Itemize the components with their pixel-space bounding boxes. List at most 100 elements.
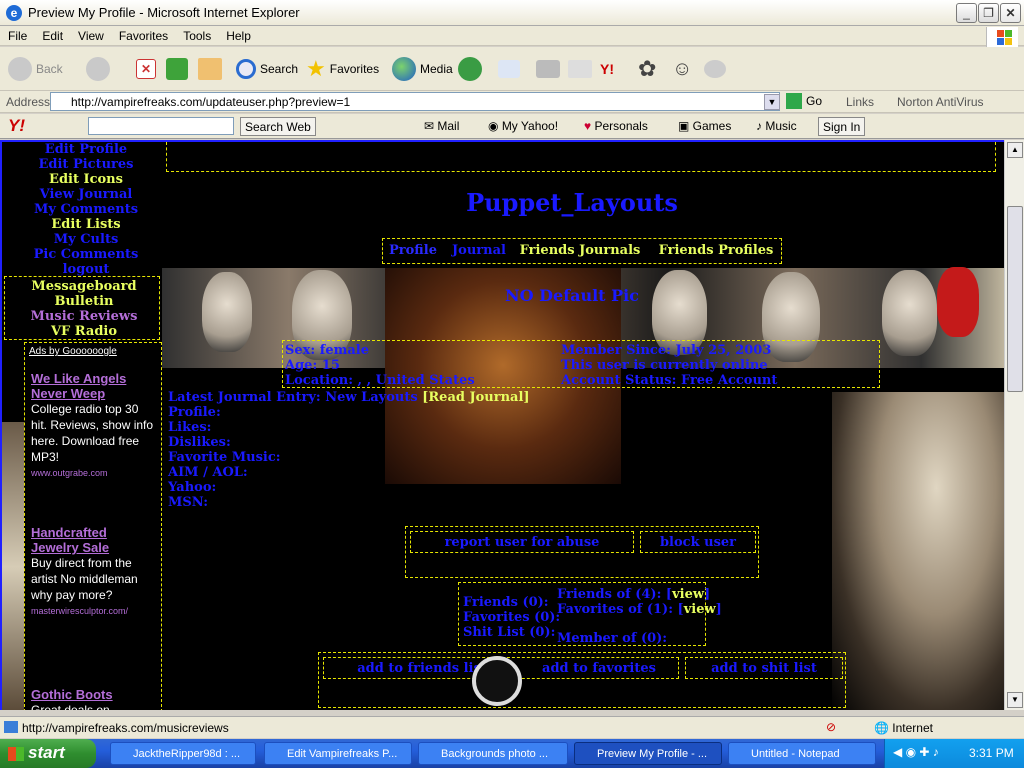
tab-profile[interactable]: Profile [385,243,441,258]
sidebar-item-my-cults[interactable]: My Cults [16,232,156,247]
maximize-button[interactable]: ❐ [978,3,999,23]
ad-title-link[interactable]: We Like Angels Never Weep [31,371,126,401]
edit-button[interactable] [568,55,596,83]
friends-count: Friends (0): [463,595,549,610]
sidebar-item-edit-lists[interactable]: Edit Lists [16,217,156,232]
sidebar-item-logout[interactable]: logout [16,262,156,277]
yahoo-games[interactable]: ▣ Games [678,119,731,133]
globe-icon: 🌐 [874,721,893,735]
person-icon: ☺ [672,57,693,80]
yahoo-music[interactable]: ♪ Music [756,119,797,133]
add-to-shit-list-button[interactable]: add to shit list [689,661,839,676]
my-yahoo[interactable]: ◉ My Yahoo! [488,119,558,133]
yahoo-search-input[interactable] [88,117,234,135]
print-button[interactable] [536,55,564,83]
taskbar-item-jacktheripper[interactable]: JacktheRipper98d : ... [110,742,256,765]
toolbar: Back ✕ Search ★ Favorites Media Y! ✿ ☺ [0,47,1024,91]
tab-friends-profiles[interactable]: Friends Profiles [653,243,779,258]
menu-tools[interactable]: Tools [175,26,218,43]
vertical-scrollbar[interactable]: ▲ ▼ [1004,140,1024,710]
messenger-button[interactable]: ☺ [672,55,692,83]
location-field: Location: , , United States [285,373,475,388]
mail-icon [498,60,520,78]
refresh-button[interactable] [166,55,192,83]
media-button[interactable]: Media [392,55,453,83]
ad-url[interactable]: www.outgrabe.com [31,468,108,478]
stop-button[interactable]: ✕ [136,55,160,83]
account-status: Account Status: Free Account [561,373,778,388]
clock: 3:31 PM [969,746,1014,760]
ad-title-link[interactable]: Handcrafted Jewelry Sale [31,525,109,555]
ad-body: Great deals on [31,703,110,710]
address-dropdown-icon[interactable]: ▼ [764,94,780,110]
taskbar-item-preview-profile[interactable]: Preview My Profile - ... [574,742,722,765]
minimize-button[interactable]: _ [956,3,977,23]
scroll-thumb[interactable] [1007,206,1023,392]
go-button[interactable]: Go [786,93,822,109]
ad-url[interactable]: masterwiresculptor.com/ [31,606,128,616]
address-label: Address [6,95,51,109]
menu-view[interactable]: View [70,26,111,43]
ads-header[interactable]: Ads by Goooooogle [29,346,117,357]
read-journal-link[interactable]: [Read Journal] [422,390,529,405]
status-url: http://vampirefreaks.com/musicreviews [22,721,229,735]
add-to-favorites-button[interactable]: add to favorites [519,661,679,676]
header-frame [166,142,996,172]
favorites-count: Favorites (0): [463,610,561,625]
address-input[interactable]: http://vampirefreaks.com/updateuser.php?… [50,92,780,111]
report-user-button[interactable]: report user for abuse [412,535,632,550]
online-status: This user is currently online [561,358,768,373]
favorites-button[interactable]: ★ Favorites [306,55,379,83]
yahoo-sign-in-button[interactable]: Sign In [818,117,866,136]
yahoo-mail[interactable]: ✉ Mail [424,119,459,133]
view-friends-of-link[interactable]: view [672,587,704,602]
back-button[interactable]: Back [8,55,63,83]
sidebar-menu-2: Messageboard Bulletin Music Reviews VF R… [4,276,160,340]
start-flag-icon [8,747,24,761]
sidebar-item-pic-comments[interactable]: Pic Comments [16,247,156,262]
sidebar-item-music-reviews[interactable]: Music Reviews [19,309,149,324]
menu-edit[interactable]: Edit [34,26,70,43]
taskbar-item-backgrounds[interactable]: Backgrounds photo ... [418,742,568,765]
tray-icons[interactable]: ◀ ◉ ✚ ♪ [893,745,939,759]
yahoo-logo[interactable]: Y! [8,116,25,136]
history-button[interactable] [458,55,486,83]
search-button[interactable]: Search [236,55,298,83]
forward-button[interactable] [86,55,114,83]
taskbar-item-notepad[interactable]: Untitled - Notepad [728,742,876,765]
menu-help[interactable]: Help [218,26,258,43]
sidebar-item-my-comments[interactable]: My Comments [16,202,156,217]
sidebar-item-view-journal[interactable]: View Journal [16,187,156,202]
home-button[interactable] [198,55,226,83]
links-label[interactable]: Links [846,95,874,109]
sidebar-item-edit-profile[interactable]: Edit Profile [16,142,156,157]
view-favorites-of-link[interactable]: view [684,602,716,617]
yahoo-messenger-button[interactable]: Y! [600,55,614,83]
flower-button[interactable]: ✿ [638,55,656,83]
discuss-icon [704,60,726,78]
tab-friends-journals[interactable]: Friends Journals [517,243,643,258]
block-user-button[interactable]: block user [642,535,754,550]
ad-title-link[interactable]: Gothic Boots [31,687,113,702]
search-web-button[interactable]: Search Web [240,117,316,136]
search-icon [236,59,256,79]
scroll-up-button[interactable]: ▲ [1007,142,1023,158]
sidebar-item-bulletin[interactable]: Bulletin [19,294,149,309]
sidebar-item-edit-pictures[interactable]: Edit Pictures [16,157,156,172]
sidebar-item-vf-radio[interactable]: VF Radio [19,324,149,339]
close-button[interactable]: ✕ [1000,3,1021,23]
yahoo-personals[interactable]: ♥ Personals [584,119,648,133]
friends-of: Friends of (4): [view] [557,587,711,602]
sidebar-item-messageboard[interactable]: Messageboard [19,279,149,294]
mail-button[interactable] [498,55,524,83]
age-field: Age: 15 [285,358,340,373]
discuss-button[interactable] [704,55,730,83]
taskbar-item-edit-vampirefreaks[interactable]: Edit Vampirefreaks P... [264,742,412,765]
field-yahoo: Yahoo: [168,480,217,495]
scroll-down-button[interactable]: ▼ [1007,692,1023,708]
tab-journal[interactable]: Journal [447,243,511,258]
sidebar-item-edit-icons[interactable]: Edit Icons [16,172,156,187]
norton-antivirus[interactable]: Norton AntiVirus [897,95,984,109]
menu-favorites[interactable]: Favorites [111,26,175,43]
menu-file[interactable]: File [0,26,34,43]
